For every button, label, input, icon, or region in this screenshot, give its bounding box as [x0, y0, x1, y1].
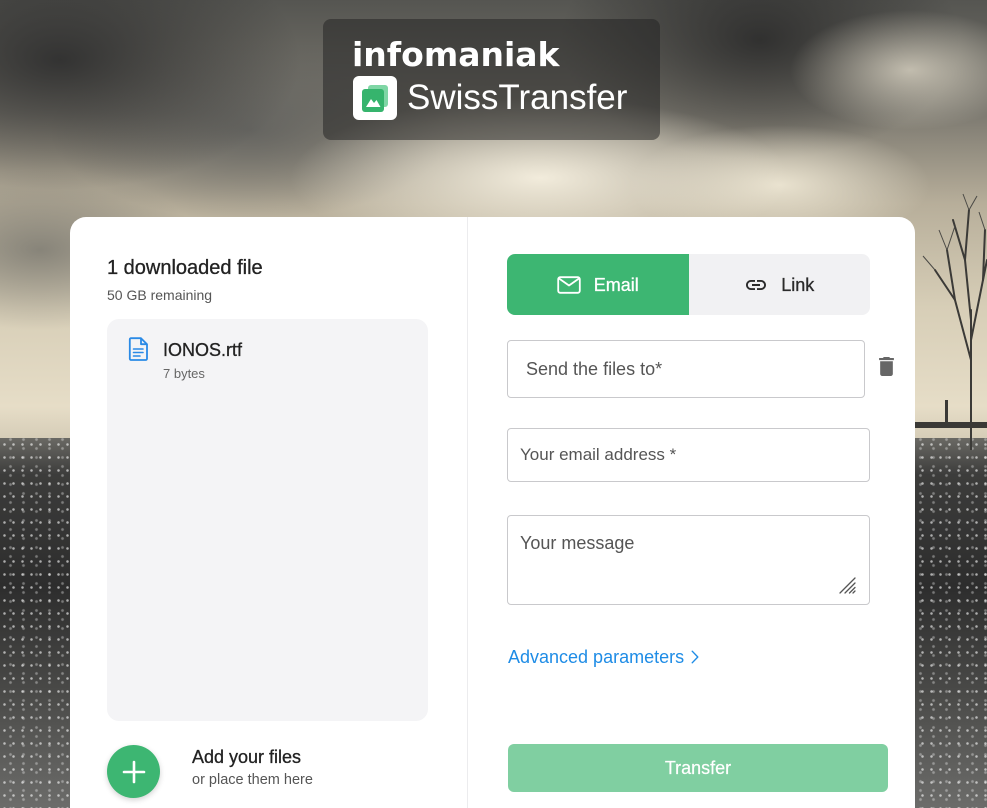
file-size: 7 bytes [163, 366, 205, 381]
tab-link[interactable]: Link [689, 254, 871, 315]
file-name: IONOS.rtf [163, 340, 243, 360]
delete-recipient-button[interactable] [879, 357, 894, 376]
advanced-parameters-link[interactable]: Advanced parameters [508, 646, 699, 668]
add-files-subtitle: or place them here [192, 772, 313, 788]
brand-header: infomaniak SwissTransfer [323, 19, 660, 140]
tab-email[interactable]: Email [507, 254, 689, 315]
storage-remaining: 50 GB remaining [107, 287, 213, 303]
trash-icon [879, 357, 894, 376]
chevron-right-icon [691, 650, 699, 664]
transfer-button[interactable]: Transfer [508, 744, 888, 792]
link-icon [744, 273, 768, 297]
file-list: IONOS.rtf 7 bytes [107, 319, 428, 721]
tab-link-label: Link [781, 274, 815, 295]
sender-email-input[interactable] [507, 428, 870, 482]
advanced-parameters-label: Advanced parameters [508, 647, 685, 667]
swisstransfer-logo-icon[interactable] [353, 76, 397, 120]
message-textarea[interactable] [507, 515, 870, 605]
document-icon [127, 337, 149, 361]
product-name: SwissTransfer [407, 78, 628, 117]
transfer-card: 1 downloaded file 50 GB remaining IONOS.… [70, 217, 915, 808]
files-count-title: 1 downloaded file [107, 257, 263, 279]
infomaniak-logo-text[interactable]: infomaniak [352, 35, 560, 75]
panel-divider [467, 217, 468, 808]
background-tree [915, 193, 987, 450]
file-item[interactable]: IONOS.rtf 7 bytes [107, 319, 428, 389]
recipient-email-input[interactable] [507, 340, 865, 398]
mail-icon [557, 273, 581, 297]
plus-icon [122, 760, 146, 784]
resize-grip-icon[interactable] [837, 575, 857, 595]
transfer-mode-toggle: Email Link [507, 254, 870, 315]
add-files-title[interactable]: Add your files [192, 746, 301, 768]
add-files-button[interactable] [107, 745, 160, 798]
tab-email-label: Email [593, 274, 639, 295]
